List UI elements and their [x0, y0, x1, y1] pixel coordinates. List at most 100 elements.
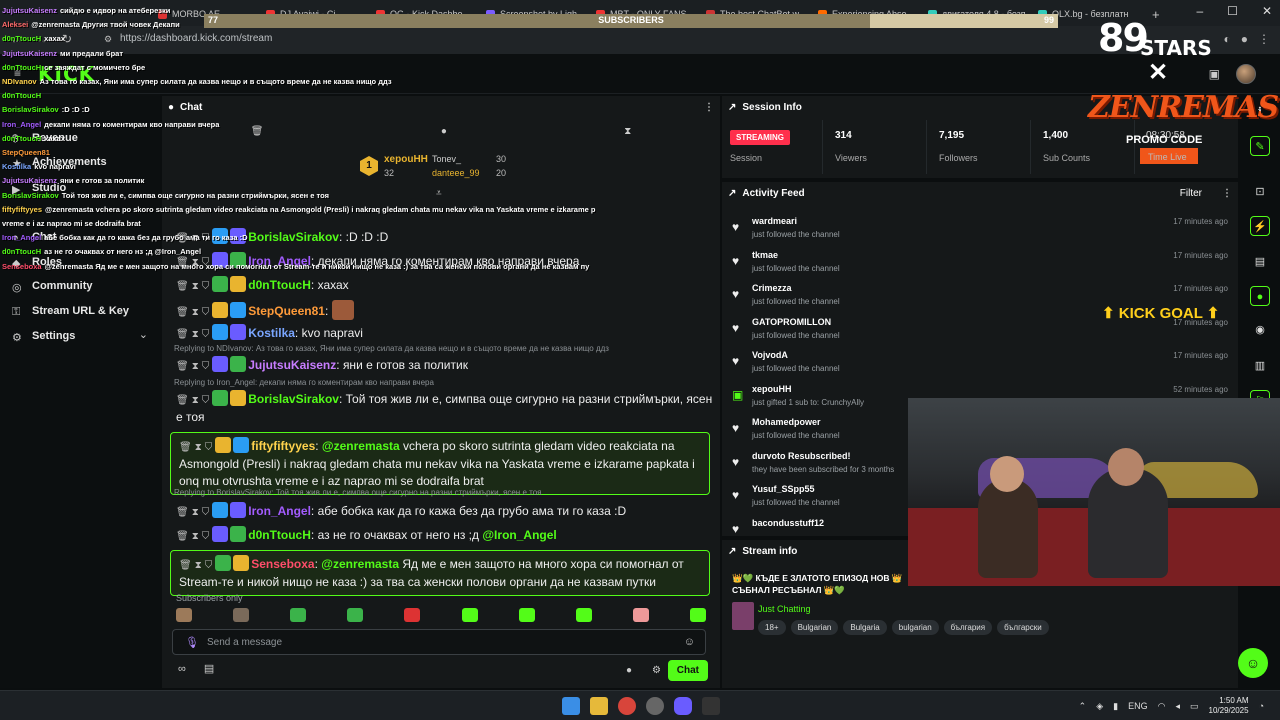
emote-button[interactable] — [461, 608, 478, 622]
emote-button[interactable] — [518, 608, 535, 622]
activity-item[interactable]: ♥ tkmae just followed the channel 17 minute… — [730, 250, 1230, 280]
notifications-icon[interactable]: ◔ — [1259, 701, 1264, 711]
hourglass-icon[interactable]: ⧗ — [192, 392, 199, 409]
chevron-down-icon[interactable]: ⌄ — [139, 328, 148, 341]
emote-button[interactable] — [176, 608, 192, 622]
shield-icon[interactable]: ⛉ — [202, 504, 210, 521]
bolt-icon[interactable]: ⚡ — [1250, 216, 1270, 236]
emote-button[interactable] — [689, 608, 706, 622]
stream-tag[interactable]: българия — [943, 620, 993, 635]
trash-icon[interactable]: 🗑 — [176, 528, 189, 545]
hourglass-icon[interactable]: ⧗ — [192, 528, 199, 545]
terminal-icon[interactable] — [702, 697, 720, 715]
obs-icon[interactable] — [646, 697, 664, 715]
emoji-icon[interactable]: ☺ — [684, 636, 695, 648]
send-chat-button[interactable]: Chat — [667, 660, 708, 681]
shield-icon[interactable]: ⛉ — [205, 439, 213, 456]
chat-mention[interactable]: @zenremasta — [321, 557, 399, 571]
chat-username[interactable]: BorislavSirakov — [248, 392, 339, 406]
chat-mention[interactable]: @Iron_Angel — [482, 528, 556, 542]
extension-icon[interactable]: ◐ — [1224, 32, 1231, 46]
shield-icon[interactable]: ⛉ — [205, 557, 213, 574]
hourglass-icon[interactable]: ⧗ — [192, 358, 199, 375]
language-indicator[interactable]: ENG — [1128, 701, 1148, 711]
hourglass-icon[interactable]: ⧗ — [192, 304, 199, 321]
stream-tag[interactable]: bulgarian — [891, 620, 939, 635]
trash-icon[interactable]: 🗑 — [176, 326, 189, 343]
emote-button[interactable] — [632, 608, 649, 622]
emote-button[interactable] — [575, 608, 592, 622]
chat-rail-icon[interactable]: ● — [1250, 286, 1270, 306]
chat-settings-bubble-icon[interactable]: ● — [626, 665, 632, 676]
mic-tray-icon[interactable]: ▮ — [1113, 701, 1118, 712]
file-explorer-icon[interactable] — [590, 697, 608, 715]
chat-username[interactable]: Senseboxa — [251, 557, 314, 571]
trash-icon[interactable]: 🗑 — [176, 504, 189, 521]
close-button[interactable]: ✕ — [1262, 4, 1272, 18]
chat-username[interactable]: JujutsuKaisenz — [248, 358, 336, 372]
chat-username[interactable]: d0nTtoucH — [248, 528, 311, 542]
mic-icon[interactable]: 🎙 — [185, 636, 199, 649]
minimize-button[interactable]: – — [1196, 4, 1203, 18]
windows-start-icon[interactable] — [562, 697, 580, 715]
clock[interactable]: 1:50 AM 10/29/2025 — [1209, 696, 1249, 716]
trash-icon[interactable]: 🗑 — [176, 278, 189, 295]
activity-item[interactable]: ♥ VojvodA just followed the channel 17 minu… — [730, 350, 1230, 380]
activity-item[interactable]: ♥ wardmeari just followed the channel 17 mi… — [730, 216, 1230, 246]
chat-mention[interactable]: @zenremasta — [322, 439, 400, 453]
filter-button[interactable]: Filter — [1180, 188, 1202, 199]
stream-tag[interactable]: български — [997, 620, 1049, 635]
trash-icon[interactable]: 🗑 — [176, 304, 189, 321]
chevron-up-icon[interactable]: ⌃ — [1079, 701, 1087, 712]
maximize-button[interactable]: ☐ — [1227, 4, 1238, 18]
trash-icon[interactable]: 🗑 — [176, 358, 189, 375]
activity-menu-icon[interactable]: ⋮ — [1222, 188, 1232, 199]
shield-icon[interactable]: ⛉ — [202, 528, 210, 545]
sidebar-item-community[interactable]: Community — [32, 280, 93, 292]
hourglass-icon[interactable]: ⧗ — [192, 326, 199, 343]
new-tab-button[interactable]: + — [1144, 4, 1168, 24]
chat-username[interactable]: fiftyfiftyyes — [251, 439, 315, 453]
emote-button[interactable] — [233, 608, 250, 622]
hourglass-icon[interactable]: ⧗ — [195, 557, 202, 574]
trash-icon[interactable]: 🗑 — [179, 439, 192, 456]
category-link[interactable]: Just Chatting — [758, 604, 811, 614]
trash-icon[interactable]: 🗑 — [176, 392, 189, 409]
assistant-fab-button[interactable]: ☺ — [1238, 648, 1268, 678]
network-status-icon[interactable]: ◈ — [1096, 701, 1103, 712]
chrome-icon[interactable] — [618, 697, 636, 715]
chat-username[interactable]: Iron_Angel — [248, 504, 311, 518]
chat-username[interactable]: StepQueen81 — [248, 304, 325, 318]
wifi-icon[interactable]: ◠ — [1158, 701, 1166, 712]
hourglass-icon[interactable]: ⧗ — [195, 439, 202, 456]
profile-icon[interactable]: ● — [1241, 32, 1248, 46]
stream-tag[interactable]: Bulgaria — [843, 620, 887, 635]
chat-menu-icon[interactable]: ⋮ — [704, 102, 714, 113]
shield-icon[interactable]: ⛉ — [202, 304, 210, 321]
points-icon[interactable]: ∞ — [178, 663, 186, 675]
sidebar-item-stream-url-key[interactable]: Stream URL & Key — [32, 305, 129, 317]
store-icon[interactable]: ▤ — [204, 662, 214, 675]
battery-icon[interactable]: ▭ — [1190, 701, 1199, 712]
shield-icon[interactable]: ⛉ — [202, 392, 210, 409]
hourglass-icon[interactable]: ⧗ — [624, 126, 631, 137]
creator-icon[interactable]: ▣ — [1209, 67, 1220, 81]
stream-tag[interactable]: Bulgarian — [790, 620, 839, 635]
volume-icon[interactable]: ◂ — [1175, 701, 1180, 712]
hourglass-icon[interactable]: ⧗ — [192, 504, 199, 521]
avatar[interactable] — [1236, 64, 1256, 84]
emote-button[interactable] — [404, 608, 421, 622]
edit-icon[interactable]: ✎ — [1250, 136, 1270, 156]
chat-username[interactable]: d0nTtoucH — [248, 278, 311, 292]
shield-icon[interactable]: ⛉ — [202, 326, 210, 343]
chat-input[interactable]: 🎙 Send a message ☺ — [172, 629, 706, 655]
shield-icon[interactable]: ⛉ — [202, 358, 210, 375]
menu-icon[interactable]: ⋮ — [1258, 32, 1270, 46]
expand-icon[interactable]: ⊡ — [1250, 182, 1270, 202]
trash-icon[interactable]: 🗑 — [179, 557, 192, 574]
clipboard-icon[interactable]: ▤ — [1250, 252, 1270, 272]
broadcast-icon[interactable]: ◉ — [1250, 320, 1270, 340]
emote-button[interactable] — [290, 608, 307, 622]
emote-button[interactable] — [347, 608, 364, 622]
hourglass-icon[interactable]: ⧗ — [192, 278, 199, 295]
